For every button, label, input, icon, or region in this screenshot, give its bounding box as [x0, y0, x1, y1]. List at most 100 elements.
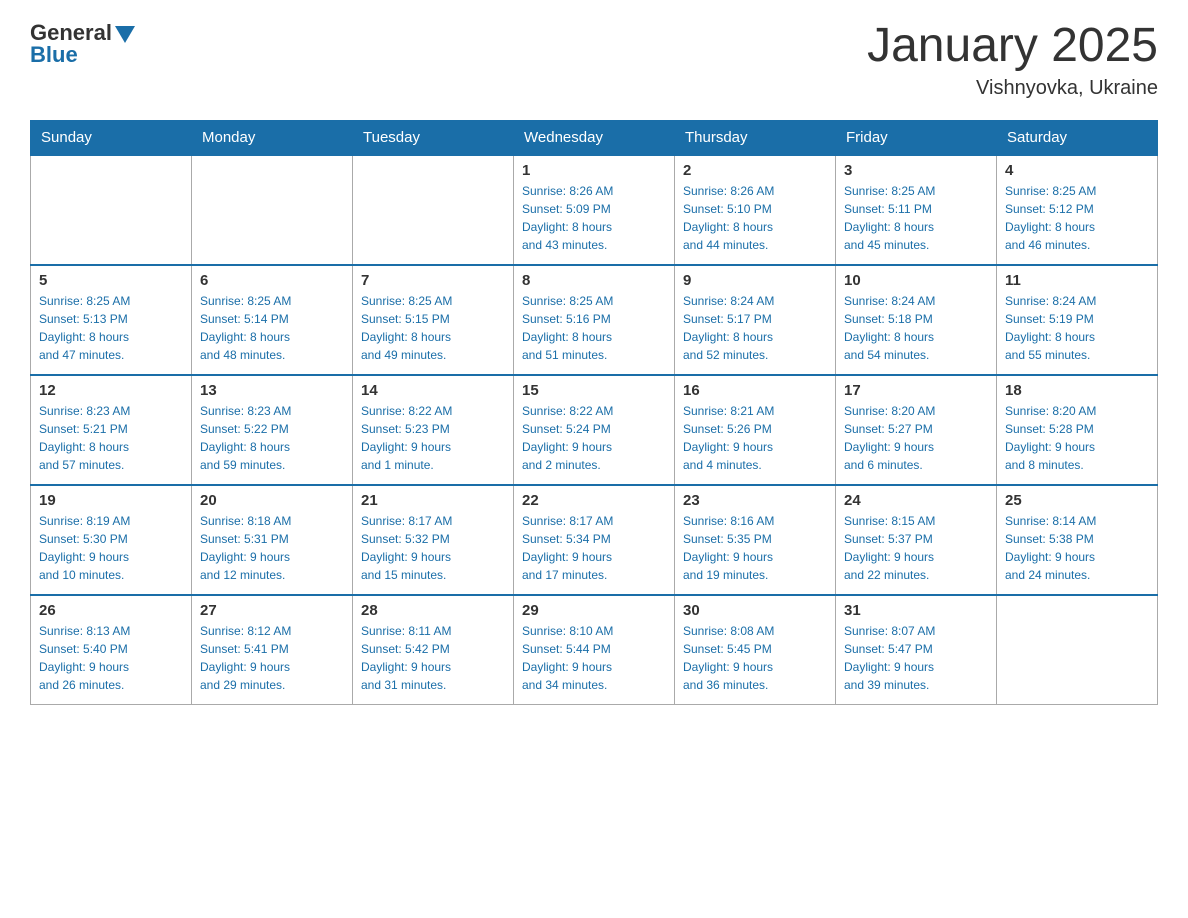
calendar-cell: 9 Sunrise: 8:24 AM Sunset: 5:17 PM Daylig… — [675, 265, 836, 375]
day-of-week-header: Monday — [192, 120, 353, 155]
calendar-cell: 20 Sunrise: 8:18 AM Sunset: 5:31 PM Dayli… — [192, 485, 353, 595]
calendar-cell: 12Sunrise: 8:23 AM Sunset: 5:21 PM Dayli… — [31, 375, 192, 485]
day-info: Sunrise: 8:25 AM Sunset: 5:12 PM Dayligh… — [1005, 182, 1149, 254]
page-header: General Blue January 2025 Vishnyovka, Uk… — [30, 20, 1158, 100]
day-number: 7 — [361, 272, 505, 289]
day-number: 22 — [522, 492, 666, 509]
day-info: Sunrise: 8:17 AM Sunset: 5:34 PM Dayligh… — [522, 512, 666, 584]
day-info: Sunrise: 8:11 AM Sunset: 5:42 PM Dayligh… — [361, 622, 505, 694]
title-block: January 2025 Vishnyovka, Ukraine — [867, 20, 1158, 100]
day-number: 30 — [683, 602, 827, 619]
day-number: 26 — [39, 602, 183, 619]
calendar-week-row: 5 Sunrise: 8:25 AM Sunset: 5:13 PM Daylig… — [31, 265, 1158, 375]
day-number: 12 — [39, 382, 183, 399]
calendar-table: SundayMondayTuesdayWednesdayThursdayFrid… — [30, 120, 1158, 706]
calendar-cell: 25Sunrise: 8:14 AM Sunset: 5:38 PM Dayli… — [997, 485, 1158, 595]
calendar-cell: 13 Sunrise: 8:23 AM Sunset: 5:22 PM Dayli… — [192, 375, 353, 485]
day-number: 16 — [683, 382, 827, 399]
day-of-week-header: Friday — [836, 120, 997, 155]
day-info: Sunrise: 8:25 AM Sunset: 5:16 PM Dayligh… — [522, 292, 666, 364]
logo-blue-text: Blue — [30, 42, 78, 68]
day-number: 21 — [361, 492, 505, 509]
calendar-cell: 23Sunrise: 8:16 AM Sunset: 5:35 PM Dayli… — [675, 485, 836, 595]
calendar-cell — [192, 155, 353, 265]
calendar-cell: 5 Sunrise: 8:25 AM Sunset: 5:13 PM Daylig… — [31, 265, 192, 375]
day-number: 23 — [683, 492, 827, 509]
day-info: Sunrise: 8:07 AM Sunset: 5:47 PM Dayligh… — [844, 622, 988, 694]
day-of-week-header: Saturday — [997, 120, 1158, 155]
calendar-cell: 29 Sunrise: 8:10 AM Sunset: 5:44 PM Dayli… — [514, 595, 675, 705]
day-info: Sunrise: 8:24 AM Sunset: 5:19 PM Dayligh… — [1005, 292, 1149, 364]
calendar-cell: 26 Sunrise: 8:13 AM Sunset: 5:40 PM Dayli… — [31, 595, 192, 705]
day-info: Sunrise: 8:22 AM Sunset: 5:23 PM Dayligh… — [361, 402, 505, 474]
day-number: 5 — [39, 272, 183, 289]
day-of-week-header: Wednesday — [514, 120, 675, 155]
day-info: Sunrise: 8:25 AM Sunset: 5:13 PM Dayligh… — [39, 292, 183, 364]
calendar-cell: 11 Sunrise: 8:24 AM Sunset: 5:19 PM Dayli… — [997, 265, 1158, 375]
day-info: Sunrise: 8:14 AM Sunset: 5:38 PM Dayligh… — [1005, 512, 1149, 584]
calendar-cell: 21 Sunrise: 8:17 AM Sunset: 5:32 PM Dayli… — [353, 485, 514, 595]
day-info: Sunrise: 8:13 AM Sunset: 5:40 PM Dayligh… — [39, 622, 183, 694]
day-info: Sunrise: 8:20 AM Sunset: 5:27 PM Dayligh… — [844, 402, 988, 474]
calendar-header-row: SundayMondayTuesdayWednesdayThursdayFrid… — [31, 120, 1158, 155]
day-number: 11 — [1005, 272, 1149, 289]
calendar-cell: 7 Sunrise: 8:25 AM Sunset: 5:15 PM Daylig… — [353, 265, 514, 375]
calendar-cell: 19 Sunrise: 8:19 AM Sunset: 5:30 PM Dayli… — [31, 485, 192, 595]
calendar-week-row: 1Sunrise: 8:26 AM Sunset: 5:09 PM Daylig… — [31, 155, 1158, 265]
calendar-week-row: 19 Sunrise: 8:19 AM Sunset: 5:30 PM Dayli… — [31, 485, 1158, 595]
day-info: Sunrise: 8:24 AM Sunset: 5:18 PM Dayligh… — [844, 292, 988, 364]
day-info: Sunrise: 8:22 AM Sunset: 5:24 PM Dayligh… — [522, 402, 666, 474]
day-number: 3 — [844, 162, 988, 179]
day-number: 10 — [844, 272, 988, 289]
day-number: 8 — [522, 272, 666, 289]
day-number: 1 — [522, 162, 666, 179]
day-info: Sunrise: 8:23 AM Sunset: 5:22 PM Dayligh… — [200, 402, 344, 474]
day-number: 31 — [844, 602, 988, 619]
calendar-cell: 4Sunrise: 8:25 AM Sunset: 5:12 PM Daylig… — [997, 155, 1158, 265]
day-info: Sunrise: 8:17 AM Sunset: 5:32 PM Dayligh… — [361, 512, 505, 584]
calendar-cell: 16 Sunrise: 8:21 AM Sunset: 5:26 PM Dayli… — [675, 375, 836, 485]
day-info: Sunrise: 8:25 AM Sunset: 5:15 PM Dayligh… — [361, 292, 505, 364]
day-of-week-header: Sunday — [31, 120, 192, 155]
day-number: 20 — [200, 492, 344, 509]
calendar-cell: 28 Sunrise: 8:11 AM Sunset: 5:42 PM Dayli… — [353, 595, 514, 705]
calendar-cell: 6Sunrise: 8:25 AM Sunset: 5:14 PM Daylig… — [192, 265, 353, 375]
day-number: 18 — [1005, 382, 1149, 399]
day-number: 17 — [844, 382, 988, 399]
calendar-title: January 2025 — [867, 20, 1158, 73]
day-info: Sunrise: 8:19 AM Sunset: 5:30 PM Dayligh… — [39, 512, 183, 584]
calendar-week-row: 26 Sunrise: 8:13 AM Sunset: 5:40 PM Dayli… — [31, 595, 1158, 705]
calendar-cell: 2 Sunrise: 8:26 AM Sunset: 5:10 PM Daylig… — [675, 155, 836, 265]
day-number: 28 — [361, 602, 505, 619]
day-number: 2 — [683, 162, 827, 179]
day-number: 15 — [522, 382, 666, 399]
calendar-cell: 1Sunrise: 8:26 AM Sunset: 5:09 PM Daylig… — [514, 155, 675, 265]
calendar-cell — [997, 595, 1158, 705]
day-info: Sunrise: 8:24 AM Sunset: 5:17 PM Dayligh… — [683, 292, 827, 364]
day-info: Sunrise: 8:15 AM Sunset: 5:37 PM Dayligh… — [844, 512, 988, 584]
day-info: Sunrise: 8:10 AM Sunset: 5:44 PM Dayligh… — [522, 622, 666, 694]
calendar-cell: 17 Sunrise: 8:20 AM Sunset: 5:27 PM Dayli… — [836, 375, 997, 485]
calendar-cell: 24Sunrise: 8:15 AM Sunset: 5:37 PM Dayli… — [836, 485, 997, 595]
calendar-cell: 15 Sunrise: 8:22 AM Sunset: 5:24 PM Dayli… — [514, 375, 675, 485]
calendar-cell: 10 Sunrise: 8:24 AM Sunset: 5:18 PM Dayli… — [836, 265, 997, 375]
calendar-cell: 8 Sunrise: 8:25 AM Sunset: 5:16 PM Daylig… — [514, 265, 675, 375]
day-info: Sunrise: 8:25 AM Sunset: 5:11 PM Dayligh… — [844, 182, 988, 254]
day-number: 9 — [683, 272, 827, 289]
day-number: 29 — [522, 602, 666, 619]
day-number: 6 — [200, 272, 344, 289]
day-info: Sunrise: 8:21 AM Sunset: 5:26 PM Dayligh… — [683, 402, 827, 474]
calendar-subtitle: Vishnyovka, Ukraine — [867, 77, 1158, 100]
day-of-week-header: Thursday — [675, 120, 836, 155]
day-info: Sunrise: 8:26 AM Sunset: 5:10 PM Dayligh… — [683, 182, 827, 254]
logo-triangle-icon — [115, 26, 135, 43]
calendar-cell: 18Sunrise: 8:20 AM Sunset: 5:28 PM Dayli… — [997, 375, 1158, 485]
day-number: 19 — [39, 492, 183, 509]
calendar-cell: 30Sunrise: 8:08 AM Sunset: 5:45 PM Dayli… — [675, 595, 836, 705]
day-info: Sunrise: 8:18 AM Sunset: 5:31 PM Dayligh… — [200, 512, 344, 584]
day-info: Sunrise: 8:12 AM Sunset: 5:41 PM Dayligh… — [200, 622, 344, 694]
calendar-cell: 14Sunrise: 8:22 AM Sunset: 5:23 PM Dayli… — [353, 375, 514, 485]
day-number: 13 — [200, 382, 344, 399]
calendar-cell: 3 Sunrise: 8:25 AM Sunset: 5:11 PM Daylig… — [836, 155, 997, 265]
logo: General Blue — [30, 20, 135, 68]
